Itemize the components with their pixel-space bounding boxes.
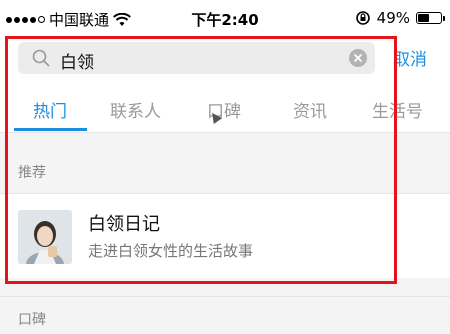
tab-life-account[interactable]: 生活号 (372, 97, 423, 122)
battery-percent: 49% (376, 9, 410, 27)
search-icon (32, 49, 50, 67)
search-bar: 白领 取消 (0, 36, 450, 84)
cancel-button[interactable]: 取消 (393, 45, 427, 70)
active-tab-indicator (14, 128, 87, 131)
search-input[interactable]: 白领 (18, 42, 375, 74)
section-title: 推荐 (18, 165, 46, 181)
rotation-lock-icon (355, 11, 370, 25)
tab-news[interactable]: 资讯 (293, 97, 327, 122)
avatar (18, 210, 72, 264)
section-title: 口碑 (18, 312, 46, 328)
status-bar: 中国联通 下午2:40 49% (0, 0, 450, 36)
result-description: 走进白领女性的生活故事 (88, 242, 254, 260)
tab-contacts[interactable]: 联系人 (110, 97, 161, 122)
section-header-koubei: 口碑 (0, 298, 450, 334)
divider (0, 296, 450, 297)
battery-icon (416, 12, 445, 24)
tab-bar: 热门 联系人 口碑 资讯 生活号 (0, 84, 450, 133)
search-query[interactable]: 白领 (60, 48, 94, 73)
result-title: 白领日记 (88, 214, 160, 235)
battery-fill (418, 14, 429, 22)
woman-photo-icon (18, 210, 72, 264)
status-right: 49% (355, 9, 445, 27)
section-header-recommended: 推荐 (0, 149, 450, 185)
clear-icon[interactable] (349, 49, 367, 67)
tab-hot[interactable]: 热门 (33, 97, 67, 122)
result-item[interactable]: 白领日记 走进白领女性的生活故事 (0, 194, 450, 278)
